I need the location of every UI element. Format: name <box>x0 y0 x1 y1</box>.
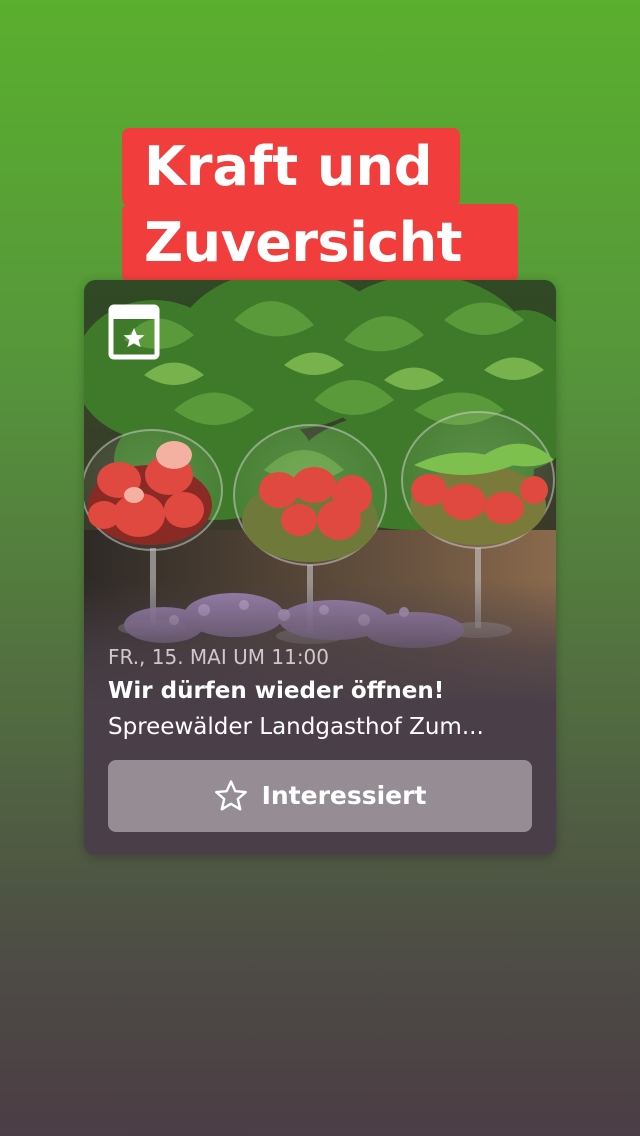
calendar-star-icon <box>108 304 160 360</box>
headline-line-2: Zuversicht <box>122 204 518 282</box>
interested-button[interactable]: Interessiert <box>108 760 532 832</box>
event-date: FR., 15. MAI UM 11:00 <box>108 645 330 669</box>
event-card[interactable]: FR., 15. MAI UM 11:00 Wir dürfen wieder … <box>84 280 556 855</box>
interested-button-label: Interessiert <box>261 781 427 810</box>
headline-line-1: Kraft und <box>122 128 460 206</box>
story-headline: Kraft und Zuversicht <box>122 128 522 298</box>
star-outline-icon <box>214 780 247 811</box>
event-location[interactable]: Spreewälder Landgasthof Zum... <box>108 712 538 742</box>
event-title[interactable]: Wir dürfen wieder öffnen! <box>108 676 444 706</box>
